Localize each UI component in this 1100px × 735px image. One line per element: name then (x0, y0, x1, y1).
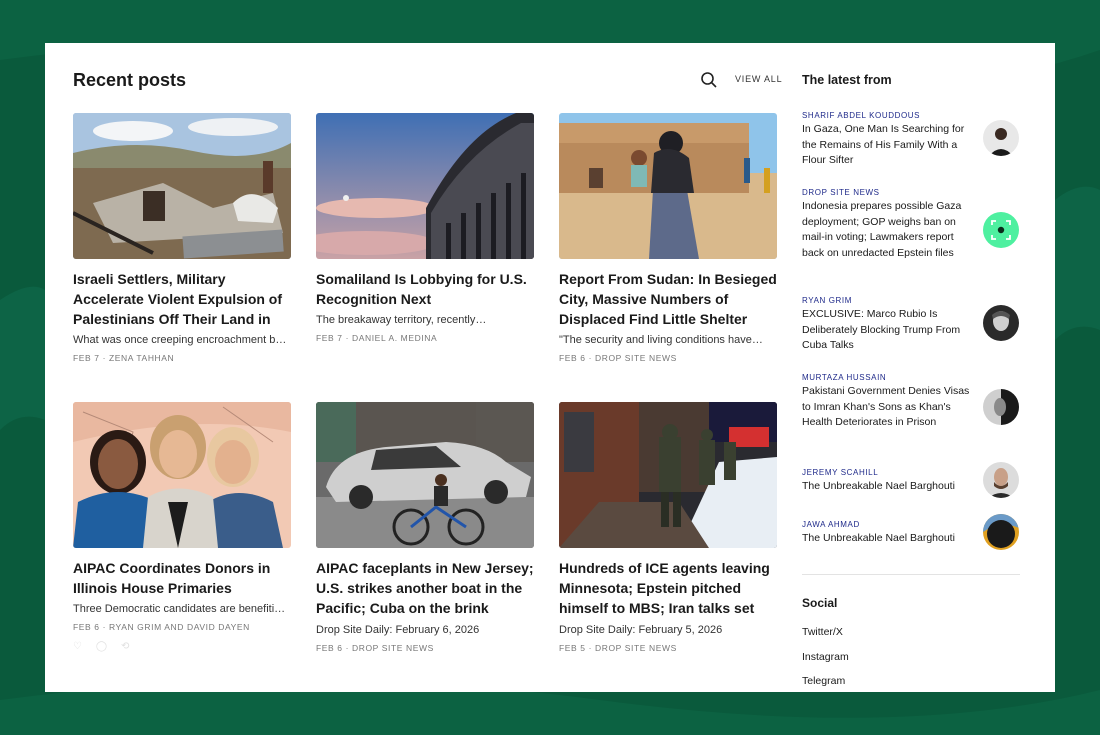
sidebar-post-title[interactable]: In Gaza, One Man Is Searching for the Re… (802, 122, 974, 169)
post-thumbnail[interactable] (316, 402, 534, 548)
post-subtitle: Drop Site Daily: February 5, 2026 (559, 624, 723, 636)
post-meta: FEB 7 · DANIEL A. MEDINA (316, 333, 438, 343)
avatar[interactable] (983, 120, 1019, 156)
view-all-link[interactable]: VIEW ALL (735, 74, 782, 84)
social-link-instagram[interactable]: Instagram (802, 651, 849, 663)
sidebar-post-title[interactable]: The Unbreakable Nael Barghouti (802, 479, 974, 495)
post-title[interactable]: Israeli Settlers, Military Accelerate Vi… (73, 269, 291, 329)
post-meta: FEB 6 · RYAN GRIM AND DAVID DAYEN (73, 622, 250, 632)
post-title[interactable]: Report From Sudan: In Besieged City, Mas… (559, 269, 777, 329)
sidebar-item[interactable]: JEREMY SCAHILL The Unbreakable Nael Barg… (802, 462, 1020, 498)
sidebar-item[interactable]: JAWA AHMAD The Unbreakable Nael Barghout… (802, 514, 1020, 550)
post-thumbnail[interactable] (316, 113, 534, 259)
sidebar-item[interactable]: DROP SITE NEWS Indonesia prepares possib… (802, 187, 1020, 261)
sidebar-post-title[interactable]: EXCLUSIVE: Marco Rubio Is Deliberately B… (802, 307, 974, 354)
post-card[interactable]: Israeli Settlers, Military Accelerate Vi… (73, 113, 291, 364)
post-excerpt: What was once creeping encroachment b… (73, 334, 287, 346)
post-thumbnail[interactable] (559, 402, 777, 548)
social-title: Social (802, 596, 838, 610)
avatar[interactable] (983, 462, 1019, 498)
sidebar-author[interactable]: RYAN GRIM (802, 295, 1020, 306)
avatar[interactable] (983, 389, 1019, 425)
sidebar-post-title[interactable]: Pakistani Government Denies Visas to Imr… (802, 384, 974, 431)
post-excerpt: Three Democratic candidates are benefiti… (73, 603, 286, 615)
engagement-row: ♡ ◯ ⟲ (73, 641, 130, 652)
avatar[interactable] (983, 514, 1019, 550)
post-meta: FEB 7 · ZENA TAHHAN (73, 353, 175, 363)
avatar[interactable] (983, 305, 1019, 341)
section-title: Recent posts (73, 70, 187, 90)
avatar[interactable] (983, 212, 1019, 248)
sidebar-author[interactable]: DROP SITE NEWS (802, 187, 1020, 198)
post-card[interactable]: AIPAC Coordinates Donors in Illinois Hou… (73, 402, 291, 633)
sidebar-post-title[interactable]: Indonesia prepares possible Gaza deploym… (802, 199, 974, 261)
sidebar-item[interactable]: RYAN GRIM EXCLUSIVE: Marco Rubio Is Deli… (802, 295, 1020, 354)
post-card[interactable]: Hundreds of ICE agents leaving Minnesota… (559, 402, 777, 654)
post-thumbnail[interactable] (73, 113, 291, 259)
sidebar-item[interactable]: SHARIF ABDEL KOUDDOUS In Gaza, One Man I… (802, 110, 1020, 169)
post-card[interactable]: Report From Sudan: In Besieged City, Mas… (559, 113, 777, 364)
post-title[interactable]: AIPAC faceplants in New Jersey; U.S. str… (316, 558, 534, 618)
sidebar-author[interactable]: SHARIF ABDEL KOUDDOUS (802, 110, 1020, 121)
sidebar-item[interactable]: MURTAZA HUSSAIN Pakistani Government Den… (802, 372, 1020, 431)
social-link-twitter[interactable]: Twitter/X (802, 626, 843, 638)
post-meta: FEB 6 · DROP SITE NEWS (559, 353, 677, 363)
post-meta: FEB 6 · DROP SITE NEWS (316, 643, 434, 653)
sidebar-author[interactable]: MURTAZA HUSSAIN (802, 372, 1020, 383)
post-subtitle: Drop Site Daily: February 6, 2026 (316, 624, 480, 636)
post-excerpt: "The security and living conditions have… (559, 334, 763, 346)
post-thumbnail[interactable] (559, 113, 777, 259)
post-meta: FEB 5 · DROP SITE NEWS (559, 643, 677, 653)
sidebar-post-title[interactable]: The Unbreakable Nael Barghouti (802, 531, 974, 547)
post-card[interactable]: Somaliland Is Lobbying for U.S. Recognit… (316, 113, 534, 344)
post-title[interactable]: Somaliland Is Lobbying for U.S. Recognit… (316, 269, 534, 309)
search-icon[interactable] (700, 71, 718, 89)
content-card: Recent posts VIEW ALL Israeli Settlers, … (45, 43, 1055, 692)
post-title[interactable]: Hundreds of ICE agents leaving Minnesota… (559, 558, 777, 618)
sidebar-title: The latest from (802, 73, 892, 87)
post-card[interactable]: AIPAC faceplants in New Jersey; U.S. str… (316, 402, 534, 654)
post-thumbnail[interactable] (73, 402, 291, 548)
post-excerpt: The breakaway territory, recently… (316, 314, 487, 326)
post-title[interactable]: AIPAC Coordinates Donors in Illinois Hou… (73, 558, 291, 598)
sidebar-divider (802, 574, 1020, 575)
social-link-telegram[interactable]: Telegram (802, 675, 845, 687)
